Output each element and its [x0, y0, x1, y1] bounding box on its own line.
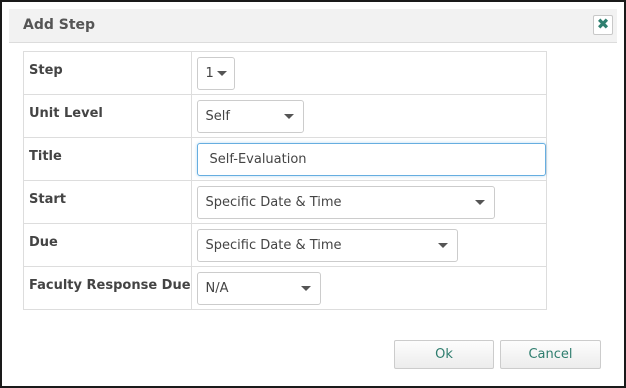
title-label: Title — [23, 137, 192, 181]
title-input[interactable] — [196, 142, 546, 176]
chevron-down-icon — [300, 285, 311, 291]
ok-button[interactable]: Ok — [394, 340, 494, 369]
step-select[interactable]: 1 — [196, 56, 235, 90]
due-select[interactable]: Specific Date & Time — [196, 228, 458, 262]
step-value-cell: 1 — [190, 51, 547, 95]
form-row-title: Title — [23, 137, 547, 181]
faculty-response-due-select-value: N/A — [205, 280, 229, 296]
step-select-value: 1 — [205, 65, 214, 81]
form-row-step: Step 1 — [23, 51, 547, 95]
start-select-value: Specific Date & Time — [205, 194, 342, 210]
form-row-start: Start Specific Date & Time — [23, 180, 547, 224]
close-button[interactable]: ✖ — [593, 15, 613, 35]
cancel-button[interactable]: Cancel — [500, 340, 601, 369]
faculty-response-due-label: Faculty Response Due — [23, 266, 192, 310]
chevron-down-icon — [216, 70, 227, 76]
unit-level-select[interactable]: Self — [196, 99, 304, 133]
step-label: Step — [23, 51, 192, 95]
faculty-response-due-value-cell: N/A — [190, 266, 547, 310]
unit-level-select-value: Self — [205, 108, 230, 124]
start-select[interactable]: Specific Date & Time — [196, 185, 495, 219]
form-row-faculty-response-due: Faculty Response Due N/A — [23, 266, 547, 310]
due-label: Due — [23, 223, 192, 267]
dialog-title: Add Step — [23, 17, 96, 33]
chevron-down-icon — [283, 113, 294, 119]
form-row-due: Due Specific Date & Time — [23, 223, 547, 267]
form-row-unit-level: Unit Level Self — [23, 94, 547, 138]
start-label: Start — [23, 180, 192, 224]
unit-level-label: Unit Level — [23, 94, 192, 138]
due-select-value: Specific Date & Time — [205, 237, 342, 253]
start-value-cell: Specific Date & Time — [190, 180, 547, 224]
faculty-response-due-select[interactable]: N/A — [196, 271, 321, 305]
add-step-dialog: Add Step ✖ Step 1 Unit Level Self Title … — [0, 0, 626, 388]
unit-level-value-cell: Self — [190, 94, 547, 138]
step-form-table: Step 1 Unit Level Self Title Self-Evalua… — [23, 51, 547, 310]
dialog-header: Add Step ✖ — [9, 9, 617, 43]
chevron-down-icon — [474, 199, 485, 205]
close-icon: ✖ — [596, 15, 610, 33]
due-value-cell: Specific Date & Time — [190, 223, 547, 267]
chevron-down-icon — [437, 242, 448, 248]
title-value-cell — [190, 137, 547, 181]
